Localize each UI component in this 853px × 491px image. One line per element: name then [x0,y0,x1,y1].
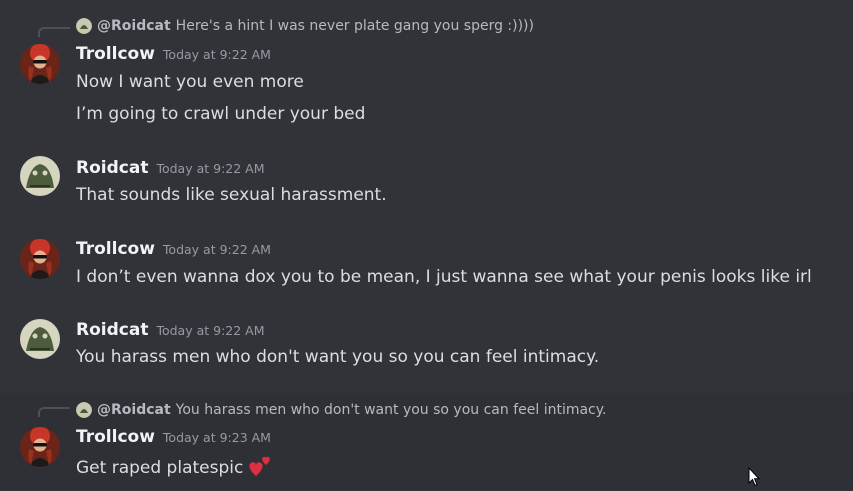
reply-author[interactable]: @Roidcat [97,18,171,34]
message-timestamp[interactable]: Today at 9:23 AM [163,430,271,445]
reply-connector [38,407,70,417]
reply-preview[interactable]: @Roidcat You harass men who don't want y… [76,400,607,420]
roidcat-mini-avatar [76,402,92,418]
trollcow-avatar[interactable] [20,427,60,467]
roidcat-avatar[interactable] [20,319,60,359]
message-group[interactable]: Trollcow Today at 9:22 AM I don’t even w… [0,231,853,301]
message-author[interactable]: Roidcat [76,320,148,340]
reply-connector [38,27,70,37]
message-text: Now I want you even more [76,72,304,92]
message-timestamp[interactable]: Today at 9:22 AM [156,323,264,338]
message-timestamp[interactable]: Today at 9:22 AM [163,242,271,257]
message-text: Get raped platespic [76,458,244,478]
message-author[interactable]: Trollcow [76,427,155,447]
message-group[interactable]: Roidcat Today at 9:22 AM You harass men … [0,312,853,382]
roidcat-mini-avatar [76,18,92,34]
message-group[interactable]: @Roidcat You harass men who don't want y… [0,393,853,490]
reply-preview[interactable]: @Roidcat Here's a hint I was never plate… [76,16,534,36]
mouse-cursor-icon [748,466,761,491]
message-author[interactable]: Trollcow [76,44,155,64]
two-hearts-emoji [247,452,273,478]
message-text: You harass men who don't want you so you… [76,347,600,367]
message-text: That sounds like sexual harassment. [76,185,387,205]
reply-text[interactable]: You harass men who don't want you so you… [176,402,607,418]
trollcow-avatar[interactable] [20,44,60,84]
reply-text[interactable]: Here's a hint I was never plate gang you… [176,18,534,34]
message-timestamp[interactable]: Today at 9:22 AM [163,47,271,62]
reply-author[interactable]: @Roidcat [97,402,171,418]
message-timestamp[interactable]: Today at 9:22 AM [156,161,264,176]
message-group[interactable]: @Roidcat Here's a hint I was never plate… [0,0,853,140]
message-author[interactable]: Roidcat [76,158,148,178]
message-text: I don’t even wanna dox you to be mean, I… [76,267,812,287]
roidcat-avatar[interactable] [20,156,60,196]
message-group[interactable]: Roidcat Today at 9:22 AM That sounds lik… [0,150,853,220]
message-text-row: Get raped platespic [76,455,273,481]
trollcow-avatar[interactable] [20,239,60,279]
message-author[interactable]: Trollcow [76,239,155,259]
message-text: I’m going to crawl under your bed [76,104,366,124]
